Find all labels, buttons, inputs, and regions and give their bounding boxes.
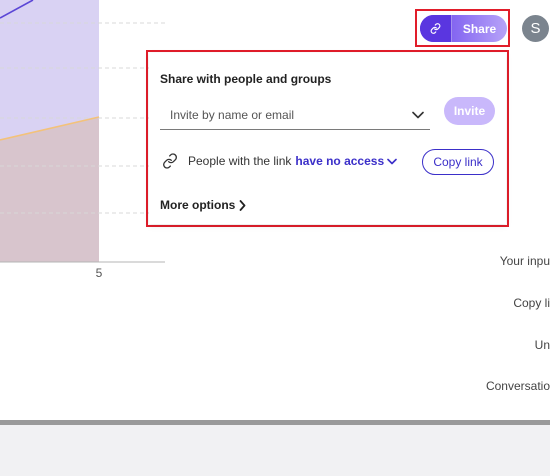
side-list-item[interactable]: Copy li <box>513 296 550 310</box>
link-access-label: People with the link <box>188 154 292 168</box>
chart-lower-area <box>0 117 99 262</box>
side-list-item[interactable]: Un <box>535 338 550 352</box>
copy-link-button[interactable]: Copy link <box>422 149 494 175</box>
x-tick-label: 5 <box>96 266 103 280</box>
more-options-link[interactable]: More options <box>160 198 246 212</box>
popup-title: Share with people and groups <box>160 72 332 86</box>
share-button-label[interactable]: Share <box>452 15 507 42</box>
chain-link-icon <box>162 152 180 170</box>
invite-button[interactable]: Invite <box>444 97 495 125</box>
link-icon[interactable] <box>420 15 452 42</box>
bottom-panel <box>0 425 550 476</box>
link-access-row: People with the link have no access <box>162 150 397 172</box>
access-level-select[interactable]: have no access <box>295 154 397 168</box>
share-button[interactable]: Share <box>420 15 507 42</box>
invite-field[interactable] <box>160 100 430 130</box>
share-popup: Share with people and groups Invite Peop… <box>149 53 506 224</box>
access-level-value[interactable]: have no access <box>295 154 384 168</box>
more-options-label[interactable]: More options <box>160 198 235 212</box>
chevron-right-icon[interactable] <box>239 199 246 211</box>
chart-fragment: 5 <box>0 0 165 280</box>
chevron-down-icon[interactable] <box>387 158 397 165</box>
chevron-down-icon[interactable] <box>406 100 430 129</box>
invite-input[interactable] <box>160 107 406 122</box>
side-list-item[interactable]: Conversatio <box>486 379 550 393</box>
side-list-item[interactable]: Your inpu <box>500 254 550 268</box>
avatar[interactable]: S <box>522 15 549 42</box>
